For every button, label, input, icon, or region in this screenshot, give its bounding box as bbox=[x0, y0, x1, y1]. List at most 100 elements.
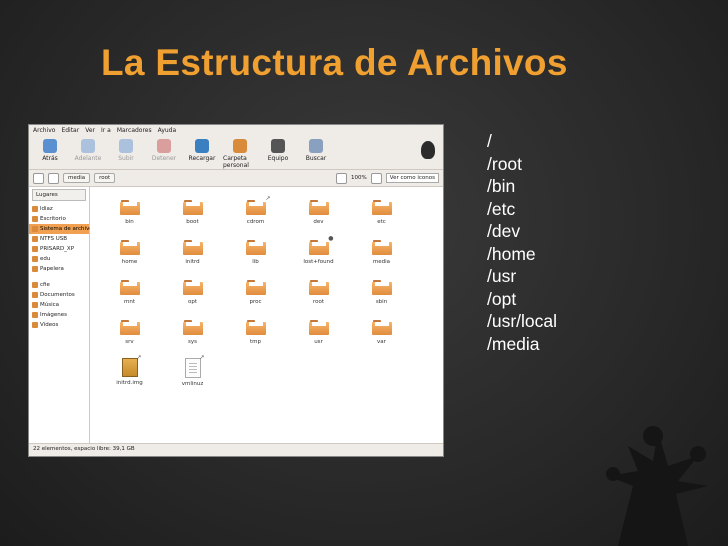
toolbar-label: Atrás bbox=[42, 155, 58, 162]
sidebar-item[interactable]: ldiaz bbox=[29, 204, 89, 214]
menu-item[interactable]: Ver bbox=[85, 127, 95, 137]
sidebar-item[interactable]: Imágenes bbox=[29, 310, 89, 320]
folder-icon bbox=[371, 200, 392, 215]
sidebar-item[interactable]: Vídeos bbox=[29, 320, 89, 330]
toolbar-label: Equipo bbox=[267, 155, 289, 162]
file-item[interactable]: sys bbox=[161, 317, 224, 357]
toolbar-label: Detener bbox=[151, 155, 177, 162]
stop-icon bbox=[157, 139, 171, 153]
subir-button[interactable]: Subir bbox=[109, 139, 143, 162]
menu-item[interactable]: Ayuda bbox=[158, 127, 177, 137]
folder-icon bbox=[119, 320, 140, 335]
atrás-button[interactable]: Atrás bbox=[33, 139, 67, 162]
file-item[interactable]: ↗ cdrom bbox=[224, 195, 287, 237]
file-item[interactable]: srv bbox=[98, 317, 161, 357]
toggle-path-icon[interactable] bbox=[33, 172, 44, 184]
file-item[interactable]: tmp bbox=[224, 317, 287, 357]
file-item[interactable]: proc bbox=[224, 277, 287, 317]
file-name: dev bbox=[313, 219, 324, 225]
place-icon bbox=[32, 206, 38, 212]
menu-item[interactable]: Editar bbox=[61, 127, 79, 137]
folder-icon bbox=[182, 200, 203, 215]
toolbar-label: Adelante bbox=[74, 155, 102, 162]
file-item[interactable]: var bbox=[350, 317, 413, 357]
place-icon bbox=[32, 322, 38, 328]
file-item[interactable]: sbin bbox=[350, 277, 413, 317]
folder-icon: ↗ bbox=[245, 195, 271, 215]
path-button-media[interactable]: media bbox=[63, 173, 91, 183]
adelante-button[interactable]: Adelante bbox=[71, 139, 105, 162]
symlink-arrow-icon: ↗ bbox=[199, 354, 205, 361]
computer-icon bbox=[271, 139, 285, 153]
detener-button[interactable]: Detener bbox=[147, 139, 181, 162]
file-item[interactable]: usr bbox=[287, 317, 350, 357]
menu-item[interactable]: Archivo bbox=[33, 127, 55, 137]
file-item[interactable]: ● lost+found bbox=[287, 235, 350, 277]
sidebar-item-label: ldiaz bbox=[40, 206, 53, 212]
place-icon bbox=[32, 236, 38, 242]
emblem-icon: ● bbox=[328, 235, 334, 242]
folder-icon bbox=[182, 320, 203, 335]
file-item[interactable]: root bbox=[287, 277, 350, 317]
carpeta-personal-button[interactable]: Carpeta personal bbox=[223, 139, 257, 169]
folder-icon bbox=[245, 320, 266, 335]
sidebar-item[interactable]: Documentos bbox=[29, 290, 89, 300]
path-left-arrow-icon[interactable] bbox=[48, 172, 59, 184]
file-grid: bin boot ↗ cdrom dev etc home initrd lib ● lost+fo… bbox=[90, 187, 443, 443]
toolbar-label: Subir bbox=[118, 155, 134, 162]
file-name: usr bbox=[314, 339, 323, 345]
zoom-out-icon[interactable] bbox=[336, 172, 348, 184]
zoom-in-icon[interactable] bbox=[370, 172, 382, 184]
sidebar-item[interactable]: Papelera bbox=[29, 264, 89, 274]
file-item[interactable]: dev bbox=[287, 197, 350, 237]
file-item[interactable]: opt bbox=[161, 277, 224, 317]
tree-silhouette-icon bbox=[606, 426, 708, 546]
file-item[interactable]: ↗ vmlinuz bbox=[161, 354, 224, 397]
folder-icon bbox=[371, 240, 392, 255]
sidebar-item-label: Imágenes bbox=[40, 312, 67, 318]
path-button-root[interactable]: root bbox=[94, 173, 116, 183]
file-name: tmp bbox=[249, 339, 261, 345]
sidebar-item-label: cfie bbox=[40, 282, 50, 288]
sidebar-item[interactable]: NTFS USB bbox=[29, 234, 89, 244]
file-item[interactable]: lib bbox=[224, 237, 287, 277]
sidebar-item[interactable]: PRISARD_XP bbox=[29, 244, 89, 254]
slide-title: La Estructura de Archivos bbox=[101, 42, 568, 83]
file-item[interactable]: media bbox=[350, 237, 413, 277]
equipo-button[interactable]: Equipo bbox=[261, 139, 295, 162]
menu-item[interactable]: Marcadores bbox=[117, 127, 152, 137]
file-item[interactable]: etc bbox=[350, 197, 413, 237]
buscar-button[interactable]: Buscar bbox=[299, 139, 333, 162]
file-name: boot bbox=[186, 219, 199, 225]
document-icon: ↗ bbox=[184, 354, 205, 378]
file-item[interactable]: boot bbox=[161, 197, 224, 237]
zoom-level: 100% bbox=[351, 175, 367, 181]
file-item[interactable]: ↗ initrd.img bbox=[98, 354, 161, 397]
bullet-item: /bin bbox=[487, 176, 516, 196]
file-item[interactable]: home bbox=[98, 237, 161, 277]
up-arrow-icon bbox=[119, 139, 133, 153]
sidebar-item[interactable]: Música bbox=[29, 300, 89, 310]
file-item[interactable]: mnt bbox=[98, 277, 161, 317]
bullet-list: //root/bin/etc/dev/home/usr/opt/usr/loca… bbox=[487, 130, 557, 355]
sidebar-header-select[interactable]: Lugares bbox=[32, 189, 86, 201]
sidebar: Lugares ldiaz Escritorio Sistema de archiv… bbox=[29, 187, 96, 443]
sidebar-item[interactable]: edu bbox=[29, 254, 89, 264]
file-name: var bbox=[377, 339, 386, 345]
file-item[interactable]: initrd bbox=[161, 237, 224, 277]
bullet-item: /etc bbox=[487, 198, 516, 219]
folder-icon: ● bbox=[308, 235, 334, 255]
folder-icon bbox=[371, 320, 392, 335]
place-icon bbox=[32, 312, 38, 318]
sidebar-item[interactable]: cfie bbox=[29, 280, 89, 290]
place-icon bbox=[32, 302, 38, 308]
menu-item[interactable]: Ir a bbox=[101, 127, 111, 137]
location-bar: media root 100% Ver como iconos bbox=[29, 170, 443, 187]
folder-icon bbox=[245, 280, 266, 295]
view-mode-select[interactable]: Ver como iconos bbox=[385, 173, 439, 183]
recargar-button[interactable]: Recargar bbox=[185, 139, 219, 162]
file-item[interactable]: bin bbox=[98, 197, 161, 237]
sidebar-item[interactable]: Escritorio bbox=[29, 214, 89, 224]
sidebar-item[interactable]: Sistema de archivos bbox=[29, 224, 96, 234]
folder-icon bbox=[371, 280, 392, 295]
